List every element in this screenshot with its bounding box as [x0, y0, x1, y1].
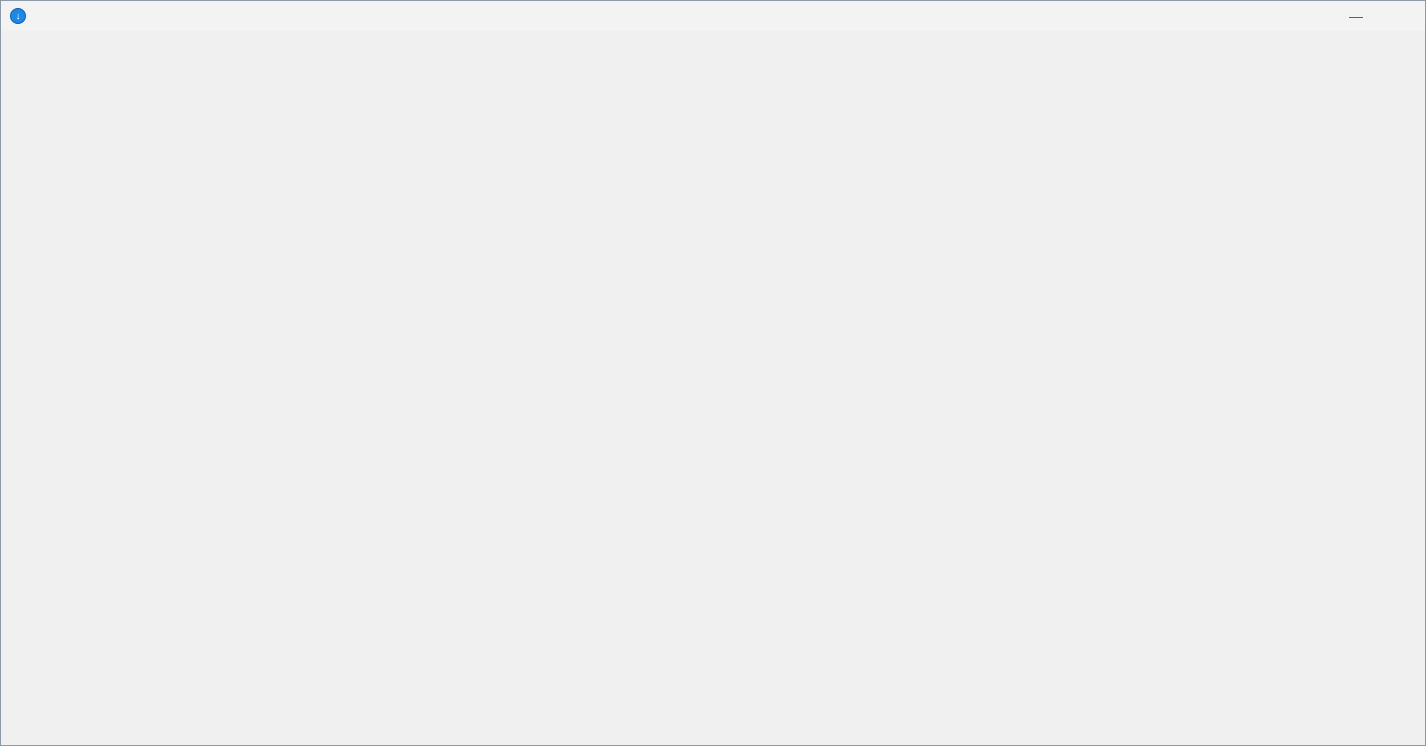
app-window: ↓ —	[0, 0, 1426, 746]
title-bar: ↓ —	[1, 1, 1425, 31]
app-logo-icon: ↓	[10, 8, 26, 24]
minimize-button[interactable]: —	[1333, 1, 1379, 31]
